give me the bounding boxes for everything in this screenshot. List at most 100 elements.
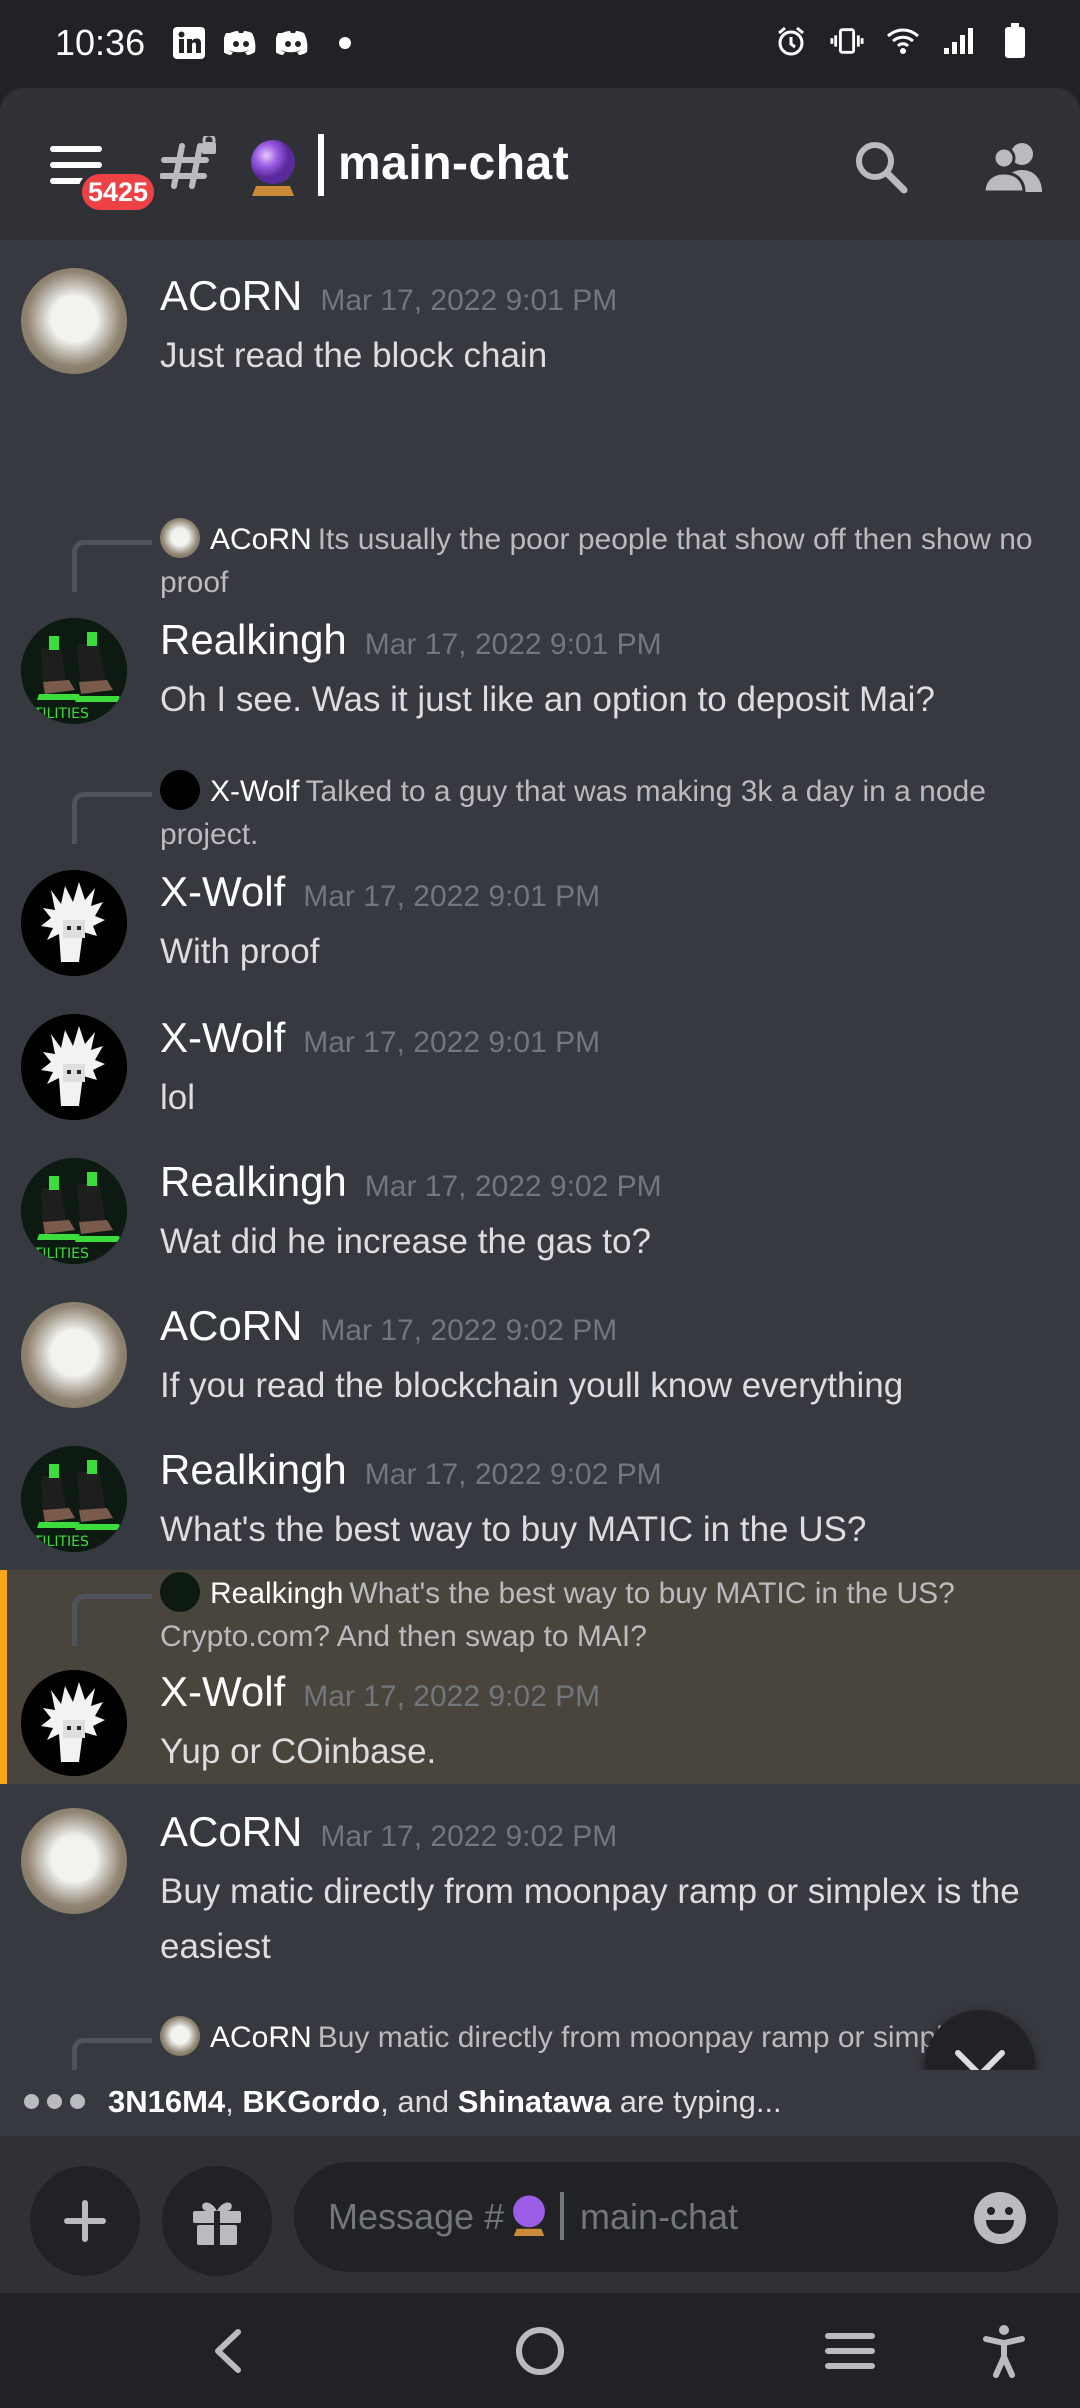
avatar[interactable] <box>21 1014 127 1120</box>
discord-icon <box>224 26 258 60</box>
message-author[interactable]: X-Wolf <box>160 1014 285 1061</box>
reply-connector <box>72 1594 152 1646</box>
message[interactable]: ACoRN Buy matic directly from moonpay ram… <box>0 2016 1080 2070</box>
message-timestamp: Mar 17, 2022 9:02 PM <box>364 1458 662 1491</box>
reply-connector <box>72 2038 152 2070</box>
reply-preview[interactable]: ACoRN Buy matic directly from moonpay ram… <box>160 2016 1050 2059</box>
message[interactable]: Realkingh What's the best way to buy MATI… <box>0 1572 1080 1782</box>
avatar[interactable]: ETILITIES <box>21 1446 127 1552</box>
message-list[interactable]: ACoRN Mar 17, 2022 9:01 PM Just read the … <box>0 240 1080 2070</box>
wifi-icon <box>886 24 920 58</box>
message[interactable]: ACoRN Mar 17, 2022 9:01 PM Just read the … <box>0 268 1080 388</box>
reply-connector <box>72 540 152 592</box>
message-timestamp: Mar 17, 2022 9:02 PM <box>320 1820 618 1853</box>
message-timestamp: Mar 17, 2022 9:01 PM <box>364 628 662 661</box>
avatar[interactable] <box>21 1670 127 1776</box>
message-timestamp: Mar 17, 2022 9:02 PM <box>303 1680 601 1713</box>
typing-separator: , and <box>380 2084 458 2119</box>
avatar[interactable] <box>21 870 127 976</box>
accessibility-icon <box>983 2325 1025 2378</box>
placeholder-channel: main-chat <box>580 2196 739 2237</box>
message-text: Wat did he increase the gas to? <box>160 1222 651 1261</box>
discord-icon <box>276 26 310 60</box>
message-text: Oh I see. Was it just like an option to … <box>160 680 935 719</box>
recents-icon <box>825 2333 875 2369</box>
accessibility-button[interactable] <box>974 2321 1034 2381</box>
message-author[interactable]: ACoRN <box>160 1302 302 1349</box>
message-author[interactable]: Realkingh <box>160 1158 347 1205</box>
system-nav-bar <box>0 2293 1080 2408</box>
battery-icon <box>998 23 1032 58</box>
typing-indicator: 3N16M4, BKGordo, and Shinatawa are typin… <box>0 2070 1080 2136</box>
message[interactable]: X-Wolf Talked to a guy that was making 3k… <box>0 770 1080 1000</box>
reply-author: X-Wolf <box>210 775 300 808</box>
recents-button[interactable] <box>820 2321 880 2381</box>
chevron-down-icon <box>955 2050 1005 2070</box>
back-button[interactable] <box>198 2321 258 2381</box>
avatar[interactable]: ETILITIES <box>21 618 127 724</box>
search-icon[interactable] <box>852 138 910 196</box>
reply-preview[interactable]: ACoRN Its usually the poor people that sh… <box>160 518 1050 604</box>
home-icon <box>516 2327 564 2375</box>
typing-text: 3N16M4, BKGordo, and Shinatawa are typin… <box>108 2084 782 2120</box>
typing-user: 3N16M4 <box>108 2084 226 2119</box>
avatar[interactable] <box>21 268 127 374</box>
typing-user: Shinatawa <box>457 2084 612 2119</box>
message-author[interactable]: ACoRN <box>160 1808 302 1855</box>
message[interactable]: ETILITIES Realkingh Mar 17, 2022 9:02 PM … <box>0 1158 1080 1278</box>
reply-author: ACoRN <box>210 523 312 556</box>
reply-avatar <box>160 518 200 559</box>
avatar[interactable] <box>21 1302 127 1408</box>
vibrate-icon <box>830 24 864 58</box>
locked-channel-hash-icon <box>159 133 220 196</box>
add-attachment-button[interactable] <box>30 2166 140 2276</box>
message-timestamp: Mar 17, 2022 9:02 PM <box>320 1314 618 1347</box>
message-text: Buy matic directly from moonpay ramp or … <box>160 1872 1020 1966</box>
crystal-ball-icon <box>508 2192 550 2238</box>
reply-preview[interactable]: X-Wolf Talked to a guy that was making 3k… <box>160 770 1050 856</box>
message[interactable]: ACoRN Mar 17, 2022 9:02 PM Buy matic dire… <box>0 1808 1080 1988</box>
placeholder-prefix: Message # <box>328 2196 505 2237</box>
message-author[interactable]: Realkingh <box>160 1446 347 1493</box>
message-timestamp: Mar 17, 2022 9:02 PM <box>364 1170 662 1203</box>
home-button[interactable] <box>510 2321 570 2381</box>
message-composer: Message # main-chat <box>0 2136 1080 2293</box>
message[interactable]: X-Wolf Mar 17, 2022 9:01 PM lol <box>0 1014 1080 1134</box>
message[interactable]: ACoRN Mar 17, 2022 9:02 PM If you read th… <box>0 1302 1080 1422</box>
message-author[interactable]: X-Wolf <box>160 1668 285 1715</box>
message-timestamp: Mar 17, 2022 9:01 PM <box>303 880 601 913</box>
dot-icon <box>328 26 362 60</box>
gift-button[interactable] <box>162 2166 272 2276</box>
alarm-icon <box>774 24 808 58</box>
reply-preview[interactable]: Realkingh What's the best way to buy MATI… <box>160 1572 1050 1658</box>
signal-icon <box>942 24 976 58</box>
linkedin-icon <box>172 26 206 60</box>
avatar[interactable]: ETILITIES <box>21 1158 127 1264</box>
crystal-ball-icon <box>244 136 302 198</box>
members-icon[interactable] <box>982 138 1044 196</box>
message[interactable]: ACoRN Its usually the poor people that sh… <box>0 518 1080 748</box>
message-text: Yup or COinbase. <box>160 1732 437 1771</box>
svg-text:ETILITIES: ETILITIES <box>25 706 89 722</box>
message-text: If you read the blockchain youll know ev… <box>160 1366 904 1405</box>
message-author[interactable]: ACoRN <box>160 272 302 319</box>
svg-text:ETILITIES: ETILITIES <box>25 1534 89 1550</box>
message-timestamp: Mar 17, 2022 9:01 PM <box>320 284 618 317</box>
message-input[interactable]: Message # main-chat <box>294 2162 1058 2272</box>
emoji-picker-icon[interactable] <box>972 2190 1028 2246</box>
chat-app: 5425 main-chat ACoRN Mar 17, 2022 9:01 PM… <box>0 88 1080 2293</box>
message-timestamp: Mar 17, 2022 9:01 PM <box>303 1026 601 1059</box>
status-time: 10:36 <box>55 22 146 63</box>
reply-avatar <box>160 2016 200 2057</box>
typing-user: BKGordo <box>242 2084 381 2119</box>
status-bar: 10:36 <box>0 0 1080 88</box>
channel-name: main-chat <box>338 137 570 190</box>
typing-dots-icon <box>24 2094 85 2109</box>
message-text: With proof <box>160 932 320 971</box>
reply-author: ACoRN <box>210 2021 312 2054</box>
message-text: lol <box>160 1078 196 1117</box>
channel-separator <box>318 134 324 196</box>
message-author[interactable]: Realkingh <box>160 616 347 663</box>
avatar[interactable] <box>21 1808 127 1914</box>
message-author[interactable]: X-Wolf <box>160 868 285 915</box>
